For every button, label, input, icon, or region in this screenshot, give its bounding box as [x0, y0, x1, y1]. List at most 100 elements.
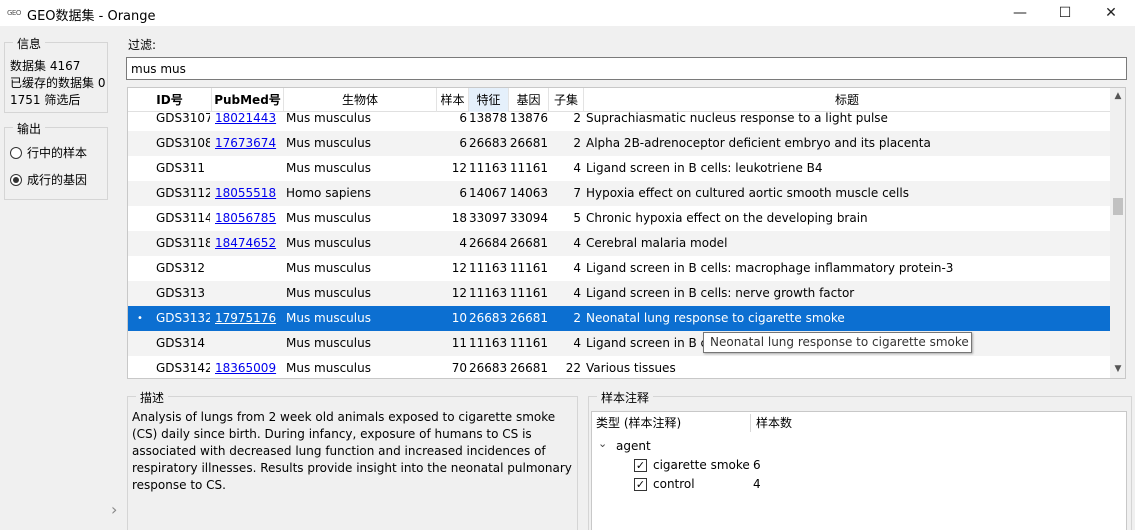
- cell-id: GDS312: [156, 261, 206, 275]
- output-group-title: 输出: [13, 120, 46, 137]
- description-text: Analysis of lungs from 2 week old animal…: [132, 410, 572, 492]
- cell-samples: 4: [459, 236, 467, 250]
- table-row[interactable]: GDS3142 18365009 Mus musculus 70 26683 26681 2…: [128, 356, 1110, 378]
- radio-icon[interactable]: [10, 146, 22, 159]
- cell-pubmed[interactable]: 17673674: [215, 131, 283, 156]
- table-row[interactable]: GDS3118 18474652 Mus musculus 4 26684 26681 4 C…: [128, 231, 1110, 256]
- cell-features: 14067: [469, 186, 507, 200]
- cell-organism: Mus musculus: [286, 311, 371, 325]
- tree-item-control[interactable]: ✓ control 4: [634, 475, 834, 494]
- column-header-id[interactable]: ID号: [128, 88, 212, 112]
- radio-samples-in-rows[interactable]: 行中的样本: [10, 144, 87, 161]
- cell-title: Various tissues: [586, 361, 676, 375]
- datasets-count: 数据集 4167: [10, 59, 81, 73]
- scroll-thumb[interactable]: [1113, 198, 1123, 215]
- cell-genes: 26681: [509, 361, 548, 375]
- cell-pubmed[interactable]: 18365009: [215, 356, 283, 378]
- cell-id: GDS3114: [156, 211, 210, 225]
- window-title: GEO数据集 - Orange: [27, 9, 156, 24]
- table-row[interactable]: GDS313 Mus musculus 12 11163 11161 4 Ligand sc…: [128, 281, 1110, 306]
- cell-subsets: 2: [573, 112, 581, 125]
- table-row[interactable]: GDS3114 18056785 Mus musculus 18 33097 33094 5…: [128, 206, 1110, 231]
- cell-title: Suprachiasmatic nucleus response to a li…: [586, 112, 888, 125]
- tree-item-cigarette-smoke[interactable]: ✓ cigarette smoke 6: [634, 456, 834, 475]
- cell-subsets: 7: [573, 186, 581, 200]
- cell-samples: 12: [451, 261, 467, 275]
- vertical-scrollbar[interactable]: ▲ ▼: [1110, 88, 1125, 378]
- tree-item-count: 6: [753, 458, 761, 472]
- cell-organism: Mus musculus: [286, 286, 371, 300]
- cell-genes: 11161: [509, 286, 548, 300]
- table-row[interactable]: GDS3112 18055518 Homo sapiens 6 14067 14063 7 H…: [128, 181, 1110, 206]
- cell-id: GDS3142: [156, 361, 210, 375]
- cell-features: 11163: [469, 261, 507, 275]
- checkbox-icon[interactable]: ✓: [634, 459, 647, 472]
- cell-features: 13878: [469, 112, 507, 125]
- dataset-table[interactable]: ID号 PubMed号 生物体 样本 特征 基因 子集 标题 GDS3107 18…: [127, 87, 1126, 379]
- cell-organism: Mus musculus: [286, 136, 371, 150]
- cell-subsets: 22: [565, 361, 581, 375]
- cell-features: 33097: [469, 211, 507, 225]
- minimize-button[interactable]: —: [997, 0, 1043, 26]
- description-group-title: 描述: [136, 389, 169, 406]
- cell-samples: 6: [459, 186, 467, 200]
- annotations-column-count[interactable]: 样本数: [752, 412, 792, 434]
- cell-features: 11163: [469, 161, 507, 175]
- cell-genes: 26681: [509, 236, 548, 250]
- radio-genes-in-rows[interactable]: 成行的基因: [10, 171, 87, 188]
- column-header-title[interactable]: 标题: [584, 88, 1110, 112]
- annotations-tree[interactable]: 类型 (样本注释) 样本数 ⌄ agent ✓ cigarette smoke …: [591, 411, 1127, 530]
- radio-icon[interactable]: [10, 173, 22, 186]
- checkbox-icon[interactable]: ✓: [634, 478, 647, 491]
- table-row[interactable]: GDS311 Mus musculus 12 11163 11161 4 Ligand sc…: [128, 156, 1110, 181]
- filter-input[interactable]: [126, 57, 1127, 80]
- cell-samples: 70: [451, 361, 467, 375]
- cell-title: Chronic hypoxia effect on the developing…: [586, 211, 868, 225]
- scroll-down-icon[interactable]: ▼: [1110, 361, 1125, 378]
- cell-samples: 11: [451, 336, 467, 350]
- column-header-pubmed[interactable]: PubMed号: [212, 88, 284, 112]
- cell-genes: 13876: [509, 112, 548, 125]
- column-header-features[interactable]: 特征: [469, 88, 509, 112]
- expand-panel-icon[interactable]: ›: [111, 500, 117, 519]
- cell-pubmed[interactable]: 18474652: [215, 231, 283, 256]
- column-header-samples[interactable]: 样本: [437, 88, 469, 112]
- cell-pubmed[interactable]: 17975176: [215, 306, 283, 331]
- cell-pubmed[interactable]: 18055518: [215, 181, 283, 206]
- selected-row-indicator: •: [137, 313, 143, 324]
- annotations-column-type[interactable]: 类型 (样本注释): [592, 412, 681, 434]
- cell-features: 26684: [469, 236, 507, 250]
- cell-features: 26683: [469, 361, 507, 375]
- cell-subsets: 2: [573, 136, 581, 150]
- tree-group-agent[interactable]: ⌄ agent: [598, 437, 798, 456]
- filter-label: 过滤:: [128, 38, 157, 52]
- cell-pubmed: [215, 331, 283, 356]
- tree-item-count: 4: [753, 477, 761, 491]
- maximize-button[interactable]: ☐: [1042, 0, 1088, 26]
- annotations-group-title: 样本注释: [597, 389, 654, 406]
- column-header-organism[interactable]: 生物体: [284, 88, 437, 112]
- column-header-subsets[interactable]: 子集: [549, 88, 584, 112]
- table-row[interactable]: GDS3108 17673674 Mus musculus 6 26683 26681 2 A…: [128, 131, 1110, 156]
- cell-features: 11163: [469, 336, 507, 350]
- table-row[interactable]: GDS3107 18021443 Mus musculus 6 13878 13876 2 S…: [128, 112, 1110, 131]
- title-bar: GEO GEO数据集 - Orange — ☐ ✕: [0, 0, 1135, 26]
- cell-samples: 6: [459, 112, 467, 125]
- cell-subsets: 4: [573, 286, 581, 300]
- column-header-genes[interactable]: 基因: [509, 88, 549, 112]
- cell-samples: 10: [451, 311, 467, 325]
- cell-genes: 14063: [509, 186, 548, 200]
- cell-organism: Mus musculus: [286, 112, 371, 125]
- cell-subsets: 5: [573, 211, 581, 225]
- close-button[interactable]: ✕: [1088, 0, 1134, 26]
- header-separator: [750, 414, 751, 432]
- chevron-down-icon[interactable]: ⌄: [598, 434, 607, 453]
- table-row[interactable]: GDS312 Mus musculus 12 11163 11161 4 Ligand sc…: [128, 256, 1110, 281]
- app-icon: GEO: [7, 9, 21, 17]
- cell-subsets: 2: [573, 311, 581, 325]
- table-row[interactable]: • GDS3132 17975176 Mus musculus 10 26683 26681…: [128, 306, 1110, 331]
- cell-pubmed[interactable]: 18021443: [215, 112, 283, 131]
- cell-pubmed[interactable]: 18056785: [215, 206, 283, 231]
- scroll-up-icon[interactable]: ▲: [1110, 88, 1125, 105]
- tree-group-label: agent: [616, 439, 651, 453]
